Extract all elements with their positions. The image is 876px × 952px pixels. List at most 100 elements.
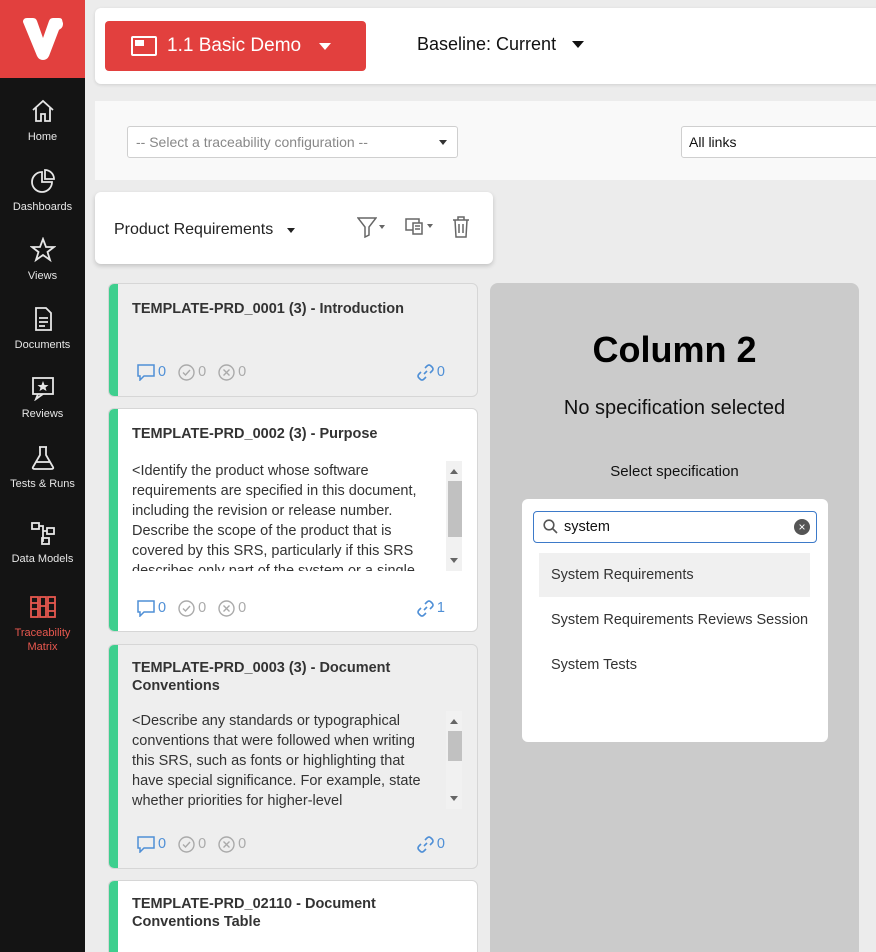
rejections-count: 0 bbox=[218, 835, 247, 853]
sidebar-item-label: Home bbox=[27, 131, 58, 143]
approvals-value: 0 bbox=[198, 836, 207, 852]
sidebar-item-label: Views bbox=[27, 270, 58, 282]
links-count[interactable]: 0 bbox=[417, 835, 445, 853]
sidebar-item-traceability-matrix[interactable]: Traceability Matrix bbox=[0, 594, 85, 654]
status-stripe bbox=[109, 409, 118, 631]
comments-count[interactable]: 0 bbox=[137, 835, 166, 853]
comments-count[interactable]: 0 bbox=[137, 363, 167, 381]
specification-option[interactable]: System Requirements bbox=[539, 553, 810, 597]
card-description: <Describe any standards or typographical… bbox=[132, 713, 421, 809]
requirement-card[interactable]: TEMPLATE-PRD_02110 - Document Convention… bbox=[108, 880, 478, 952]
app-logo[interactable] bbox=[0, 0, 85, 78]
check-circle-icon bbox=[178, 835, 195, 853]
chevron-down-icon bbox=[379, 225, 385, 229]
specification-option[interactable]: System Requirements Reviews Session bbox=[539, 598, 810, 642]
home-icon bbox=[31, 99, 54, 122]
project-label: 1.1 Basic Demo bbox=[167, 35, 302, 56]
card-scrollbar[interactable] bbox=[446, 711, 462, 809]
pie-chart-icon bbox=[30, 169, 55, 193]
approvals-value: 0 bbox=[198, 600, 207, 616]
filter-button[interactable] bbox=[357, 216, 385, 238]
sidebar-item-reviews[interactable]: Reviews bbox=[0, 375, 85, 421]
scroll-up-arrow[interactable] bbox=[450, 469, 458, 474]
links-count[interactable]: 0 bbox=[417, 363, 445, 381]
card-description: <Identify the product whose software req… bbox=[132, 463, 417, 571]
sidebar-item-label: Tests & Runs bbox=[10, 478, 75, 490]
approvals-count: 0 bbox=[178, 363, 207, 381]
scroll-thumb[interactable] bbox=[448, 731, 462, 761]
status-stripe bbox=[109, 645, 118, 868]
check-circle-icon bbox=[178, 599, 195, 617]
x-circle-icon bbox=[218, 599, 235, 617]
logo-icon bbox=[22, 18, 63, 60]
requirement-card[interactable]: TEMPLATE-PRD_0002 (3) - Purpose <Identif… bbox=[108, 408, 478, 632]
approvals-count: 0 bbox=[178, 599, 207, 617]
sidebar-item-home[interactable]: Home bbox=[0, 98, 85, 144]
comments-count[interactable]: 0 bbox=[137, 599, 167, 617]
search-value: system bbox=[564, 519, 610, 535]
data-model-icon bbox=[30, 522, 55, 545]
traceability-config-placeholder: -- Select a traceability configuration -… bbox=[136, 134, 368, 150]
clear-search-icon[interactable]: × bbox=[794, 519, 810, 535]
project-window-icon bbox=[131, 36, 157, 56]
card-title: TEMPLATE-PRD_0002 (3) - Purpose bbox=[132, 426, 378, 442]
view-options-button[interactable] bbox=[405, 216, 433, 236]
filter-bar: -- Select a traceability configuration -… bbox=[95, 101, 876, 180]
baseline-selector[interactable]: Baseline: Current bbox=[417, 34, 585, 55]
links-filter-select[interactable]: All links bbox=[681, 126, 876, 158]
scroll-down-arrow[interactable] bbox=[450, 796, 458, 801]
scroll-down-arrow[interactable] bbox=[450, 558, 458, 563]
sidebar-item-dashboards[interactable]: Dashboards bbox=[0, 168, 85, 214]
sidebar-item-label: Reviews bbox=[21, 408, 64, 420]
scroll-up-arrow[interactable] bbox=[450, 719, 458, 724]
trash-icon bbox=[453, 216, 469, 238]
project-selector-button[interactable]: 1.1 Basic Demo bbox=[105, 21, 366, 71]
requirement-card[interactable]: TEMPLATE-PRD_0003 (3) - Document Convent… bbox=[108, 644, 478, 869]
column2-panel: Column 2 No specification selected Selec… bbox=[490, 283, 859, 952]
rejections-value: 0 bbox=[238, 364, 247, 380]
comments-value: 0 bbox=[158, 364, 167, 380]
column1-spec-selector[interactable]: Product Requirements bbox=[114, 221, 296, 239]
sidebar-item-documents[interactable]: Documents bbox=[0, 306, 85, 352]
sidebar-item-label: Data Models bbox=[11, 553, 74, 565]
chevron-down-icon bbox=[287, 227, 296, 233]
rejections-count: 0 bbox=[218, 363, 247, 381]
star-icon bbox=[29, 237, 56, 263]
traceability-config-select[interactable]: -- Select a traceability configuration -… bbox=[127, 126, 458, 158]
comment-icon bbox=[137, 363, 155, 381]
column1-header: Product Requirements bbox=[95, 192, 493, 264]
comment-icon bbox=[137, 835, 155, 853]
requirement-card[interactable]: TEMPLATE-PRD_0001 (3) - Introduction 0 0… bbox=[108, 283, 478, 397]
sidebar: Home Dashboards Views Documents Reviews … bbox=[0, 0, 85, 952]
delete-column-button[interactable] bbox=[452, 216, 470, 238]
scroll-thumb[interactable] bbox=[448, 481, 462, 537]
document-icon bbox=[34, 307, 52, 331]
specification-search-input[interactable]: system × bbox=[533, 511, 817, 543]
sidebar-item-label: Traceability Matrix bbox=[14, 627, 71, 653]
check-circle-icon bbox=[178, 363, 195, 381]
specification-option[interactable]: System Tests bbox=[539, 643, 810, 687]
sidebar-item-label: Dashboards bbox=[12, 201, 73, 213]
flask-icon bbox=[31, 446, 54, 470]
x-circle-icon bbox=[218, 835, 235, 853]
links-value: 0 bbox=[436, 836, 445, 852]
comments-value: 0 bbox=[158, 600, 167, 616]
rejections-value: 0 bbox=[238, 836, 247, 852]
column2-title: Column 2 bbox=[592, 329, 757, 370]
sidebar-item-tests-runs[interactable]: Tests & Runs bbox=[0, 445, 85, 491]
approvals-value: 0 bbox=[198, 364, 207, 380]
card-title: TEMPLATE-PRD_0003 (3) - Document Convent… bbox=[132, 660, 391, 694]
top-bar: 1.1 Basic Demo Baseline: Current bbox=[95, 8, 876, 84]
chevron-down-icon bbox=[439, 140, 447, 145]
approvals-count: 0 bbox=[178, 835, 207, 853]
column2-empty-message: No specification selected bbox=[563, 397, 786, 419]
link-icon bbox=[417, 835, 434, 853]
columns-view-icon bbox=[405, 218, 423, 235]
status-stripe bbox=[109, 881, 118, 952]
sidebar-item-views[interactable]: Views bbox=[0, 237, 85, 283]
links-count[interactable]: 1 bbox=[417, 599, 445, 617]
sidebar-item-data-models[interactable]: Data Models bbox=[0, 520, 85, 566]
card-scrollbar[interactable] bbox=[446, 461, 462, 571]
traceability-matrix-icon bbox=[29, 596, 56, 618]
column1-title: Product Requirements bbox=[114, 221, 274, 238]
